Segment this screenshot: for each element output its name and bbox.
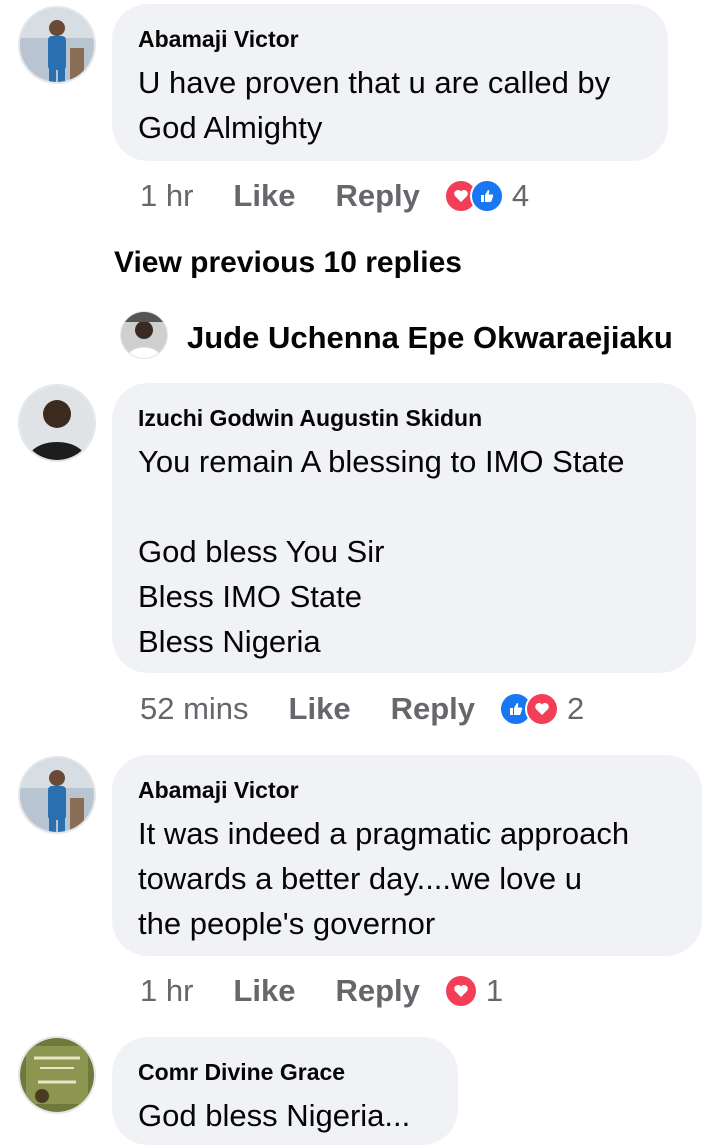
comment-text: It was indeed a pragmatic approach towar… (138, 816, 630, 941)
comment-timestamp[interactable]: 52 mins (140, 691, 249, 727)
reaction-count: 2 (567, 691, 585, 726)
avatar[interactable] (18, 756, 96, 834)
comment-bubble: Abamaji Victor It was indeed a pragmatic… (112, 755, 702, 956)
avatar[interactable] (120, 311, 168, 359)
comment-bubble: Comr Divine Grace God bless Nigeria... (112, 1037, 458, 1145)
comment-text: U have proven that u are called by God A… (138, 65, 611, 145)
like-button[interactable]: Like (233, 178, 295, 214)
avatar[interactable] (18, 1036, 96, 1114)
view-previous-replies-link[interactable]: View previous 10 replies (114, 246, 462, 280)
comment-actions: 52 mins Like Reply 2 (140, 689, 584, 729)
reply-button[interactable]: Reply (335, 973, 419, 1009)
love-reaction-icon (443, 974, 478, 1008)
reactions-summary[interactable]: 4 (443, 178, 530, 214)
reaction-count: 4 (511, 178, 530, 213)
comment-text: God bless Nigeria... (138, 1098, 411, 1133)
reply-thread-author[interactable]: Jude Uchenna Epe Okwaraejiaku (187, 320, 673, 356)
avatar[interactable] (18, 6, 96, 84)
like-button[interactable]: Like (289, 691, 351, 727)
reactions-summary[interactable]: 1 (443, 973, 504, 1009)
love-reaction-icon (525, 692, 559, 726)
comment-author[interactable]: Abamaji Victor (138, 26, 642, 52)
comment-timestamp[interactable]: 1 hr (140, 973, 193, 1009)
like-reaction-icon (469, 179, 504, 213)
like-button[interactable]: Like (233, 973, 295, 1009)
comment-bubble: Abamaji Victor U have proven that u are … (112, 4, 668, 161)
avatar[interactable] (18, 384, 96, 462)
reaction-count: 1 (485, 973, 504, 1008)
comment-author[interactable]: Izuchi Godwin Augustin Skidun (138, 405, 670, 431)
comment-author[interactable]: Abamaji Victor (138, 777, 676, 803)
reply-button[interactable]: Reply (335, 178, 419, 214)
comment-actions: 1 hr Like Reply 1 (140, 971, 503, 1011)
comment-text: You remain A blessing to IMO State God b… (138, 444, 625, 659)
comment-actions: 1 hr Like Reply 4 (140, 176, 529, 216)
reply-button[interactable]: Reply (391, 691, 475, 727)
comment-bubble: Izuchi Godwin Augustin Skidun You remain… (112, 383, 696, 673)
comment-timestamp[interactable]: 1 hr (140, 178, 193, 214)
reactions-summary[interactable]: 2 (499, 691, 584, 727)
comment-author[interactable]: Comr Divine Grace (138, 1059, 432, 1085)
